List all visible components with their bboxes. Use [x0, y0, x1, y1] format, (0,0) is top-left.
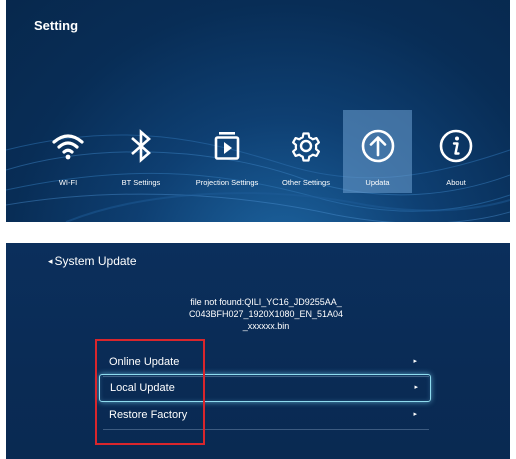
gear-icon [288, 128, 324, 164]
menu-item-other-settings[interactable]: Other Settings [274, 110, 338, 193]
message-line: C043BFH027_1920X1080_EN_51A04 [188, 309, 344, 319]
menu-item-updata[interactable]: Updata [343, 110, 412, 193]
menu-item-label: About [446, 178, 466, 187]
menu-item-label: BT Settings [121, 178, 161, 187]
chevron-right-icon: ▸ [413, 411, 417, 418]
menu-item-bt-settings[interactable]: BT Settings [113, 110, 169, 193]
menu-item-label: WI-FI [58, 178, 78, 187]
menu-item-about[interactable]: About [431, 110, 481, 193]
settings-panel: Setting WI-FI BT Settings Projection Set… [6, 0, 510, 222]
menu-item-label: Updata [365, 178, 390, 187]
menu-item-projection-settings[interactable]: Projection Settings [188, 110, 266, 193]
chevron-left-icon: ◂ [48, 256, 53, 266]
wifi-icon [50, 128, 86, 164]
info-icon [438, 128, 474, 164]
menu-item-label: Other Settings [282, 178, 330, 187]
menu-item-label: Projection Settings [195, 178, 259, 187]
bluetooth-icon [123, 128, 159, 164]
menu-item-wifi[interactable]: WI-FI [43, 110, 93, 193]
message-line: _xxxxxx.bin [242, 321, 290, 331]
page-title: System Update [54, 254, 137, 268]
back-button[interactable]: ◂ System Update [48, 254, 137, 268]
status-message: file not found:QILI_YC16_JD9255AA_ C043B… [136, 296, 396, 332]
chevron-right-icon: ▸ [413, 358, 417, 365]
upload-arrow-icon [360, 128, 396, 164]
system-update-panel: ◂ System Update file not found:QILI_YC16_… [6, 243, 510, 459]
page-title: Setting [34, 18, 79, 33]
projection-icon [209, 128, 245, 164]
annotation-highlight-box [95, 339, 205, 445]
message-line: file not found:QILI_YC16_JD9255AA_ [190, 297, 342, 307]
chevron-right-icon: ▸ [414, 384, 418, 391]
